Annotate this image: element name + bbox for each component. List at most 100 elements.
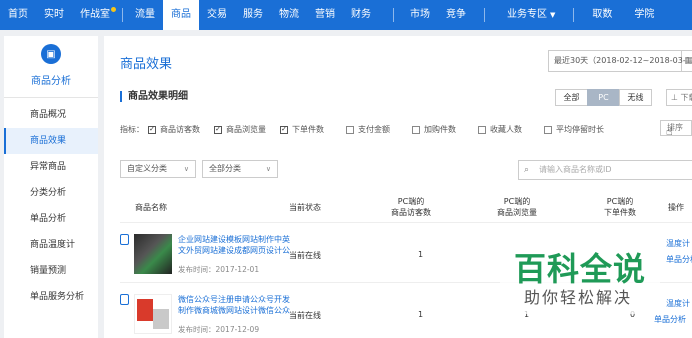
publish-date: 发布时间：2017-12-01 [178, 265, 260, 274]
thermometer-link[interactable]: 温度计 [666, 238, 690, 249]
download-label: 下载 [680, 93, 692, 102]
table-divider [120, 222, 692, 223]
download-button[interactable]: ⊥ 下载 [666, 89, 692, 106]
checkbox-checked-icon: ✓ [214, 125, 222, 134]
metric-staytime-checkbox[interactable]: 平均停留时长 [544, 124, 604, 135]
chevron-down-icon: ▼ [550, 11, 556, 19]
nav-business-zone[interactable]: 业务专区 ▼ [499, 0, 563, 30]
sidebar: ▣ 商品分析 商品概况 商品效果 异常商品 分类分析 单品分析 商品温度计 销量… [4, 36, 98, 338]
sidebar-item-single[interactable]: 单品分析 [4, 206, 98, 232]
nav-business-zone-label: 业务专区 [507, 9, 547, 20]
metric-label: 下单件数 [292, 125, 324, 134]
metric-payment-checkbox[interactable]: 支付金额 [346, 124, 390, 135]
nav-divider [122, 8, 123, 22]
metric-label: 加购件数 [424, 125, 456, 134]
nav-product[interactable]: 商品 [163, 0, 199, 30]
nav-home[interactable]: 首页 [0, 0, 36, 30]
sidebar-item-thermometer[interactable]: 商品温度计 [4, 232, 98, 258]
nav-finance[interactable]: 财务 [343, 0, 379, 30]
metric-cart-checkbox[interactable]: 加购件数 [412, 124, 456, 135]
watermark-subtitle: 助你轻松解决 [524, 288, 633, 307]
product-thumbnail[interactable] [134, 234, 172, 274]
sidebar-item-forecast[interactable]: 销量预测 [4, 258, 98, 284]
nav-market[interactable]: 市场 [402, 0, 438, 30]
calendar-icon[interactable]: ▦ [682, 50, 692, 72]
sidebar-item-category[interactable]: 分类分析 [4, 180, 98, 206]
col-header-status: 当前状态 [289, 203, 321, 212]
nav-divider [573, 8, 575, 22]
sidebar-item-effect[interactable]: 商品效果 [4, 128, 98, 154]
sidebar-item-service[interactable]: 单品服务分析 [4, 284, 98, 310]
metric-visitors-checkbox[interactable]: ✓ 商品访客数 [148, 124, 200, 135]
title-line: 企业网站建设模板网站制作中英 [178, 235, 290, 244]
col-header-line: 商品访客数 [391, 208, 431, 217]
checkbox-unchecked-icon [478, 125, 486, 134]
metric-orders-checkbox[interactable]: ✓ 下单件数 [280, 124, 324, 135]
section-title: 商品效果明细 [120, 91, 188, 102]
metric-views-checkbox[interactable]: ✓ 商品浏览量 [214, 124, 266, 135]
date-range-picker[interactable]: 最近30天（2018-02-12~2018-03-13） [548, 50, 692, 72]
tab-all[interactable]: 全部 [555, 89, 588, 106]
page-title: 商品效果 [120, 57, 173, 72]
thumb-shape [137, 299, 153, 321]
checkbox-unchecked-icon [412, 125, 420, 134]
search-icon: ⌕ [524, 165, 530, 175]
thumb-shape [153, 309, 169, 329]
checkbox-unchecked-icon [346, 125, 354, 134]
col-header-line: PC端的 [606, 197, 634, 206]
nav-fetch-data[interactable]: 取数 [584, 0, 620, 30]
col-header-pc-orders[interactable]: PC端的 下单件数 [598, 196, 642, 218]
sort-button[interactable]: 排序 [660, 120, 692, 136]
nav-traffic[interactable]: 流量 [127, 0, 163, 30]
sidebar-item-overview[interactable]: 商品概况 [4, 102, 98, 128]
nav-marketing[interactable]: 营销 [307, 0, 343, 30]
metric-label: 商品浏览量 [226, 125, 266, 134]
title-line: 文外贸网站建设成都网页设计公 [178, 246, 290, 255]
nav-competition[interactable]: 竞争 [438, 0, 474, 30]
sidebar-item-abnormal[interactable]: 异常商品 [4, 154, 98, 180]
checkbox-checked-icon: ✓ [148, 125, 156, 134]
device-tabs: 全部 PC 无线 [555, 89, 652, 106]
sidebar-header: ▣ 商品分析 [4, 36, 98, 98]
mobile-icon [120, 294, 129, 305]
single-analysis-link[interactable]: 单品分析 [666, 254, 692, 265]
all-category-select[interactable]: 全部分类 ∨ [202, 160, 278, 178]
product-search-input[interactable]: ⌕ 请输入商品名称或ID [518, 160, 692, 180]
pc-visitors-value: 1 [418, 250, 424, 259]
chevron-down-icon: ∨ [265, 165, 271, 173]
pc-visitors-value: 1 [418, 310, 424, 319]
product-status: 当前在线 [289, 311, 321, 320]
nav-war-room[interactable]: 作战室 [72, 0, 118, 30]
nav-logistics[interactable]: 物流 [271, 0, 307, 30]
metric-label: 平均停留时长 [556, 125, 604, 134]
notification-dot-icon [111, 7, 116, 12]
product-title-link[interactable]: 企业网站建设模板网站制作中英 文外贸网站建设成都网页设计公 [178, 234, 290, 256]
tab-pc[interactable]: PC [587, 89, 620, 106]
custom-category-select[interactable]: 自定义分类 ∨ [120, 160, 196, 178]
watermark-logo: 百科全说 助你轻松解决 [500, 240, 660, 314]
mobile-icon [120, 234, 129, 245]
nav-transaction[interactable]: 交易 [199, 0, 235, 30]
nav-academy[interactable]: 学院 [626, 0, 662, 30]
product-thumbnail[interactable] [134, 294, 172, 334]
thermometer-link[interactable]: 温度计 [666, 298, 690, 309]
metrics-label: 指标： [120, 125, 144, 134]
top-navigation: 首页 实时 作战室 流量 商品 交易 服务 物流 营销 财务 市场 竞争 业务专… [0, 0, 692, 30]
sidebar-nav: 商品概况 商品效果 异常商品 分类分析 单品分析 商品温度计 销量预测 单品服务… [4, 98, 98, 310]
chevron-down-icon: ∨ [183, 165, 189, 173]
metrics-selector: 指标： ✓ 商品访客数 ✓ 商品浏览量 ✓ 下单件数 支付金额 加购件数 收藏人数 平… [120, 124, 618, 135]
product-analysis-icon: ▣ [41, 44, 61, 64]
col-header-line: PC端的 [503, 197, 531, 206]
title-line: 微信公众号注册申请公众号开发 [178, 295, 290, 304]
metric-favorites-checkbox[interactable]: 收藏人数 [478, 124, 522, 135]
col-header-pc-visitors[interactable]: PC端的 商品访客数 [386, 196, 436, 218]
sidebar-title: 商品分析 [31, 76, 71, 87]
single-analysis-link[interactable]: 单品分析 [654, 314, 686, 325]
product-status: 当前在线 [289, 251, 321, 260]
nav-divider [393, 8, 394, 22]
col-header-pc-views[interactable]: PC端的 商品浏览量 [492, 196, 542, 218]
product-title-link[interactable]: 微信公众号注册申请公众号开发 制作微商城微网站设计微信公众 [178, 294, 290, 316]
nav-realtime[interactable]: 实时 [36, 0, 72, 30]
tab-wireless[interactable]: 无线 [619, 89, 652, 106]
nav-service[interactable]: 服务 [235, 0, 271, 30]
